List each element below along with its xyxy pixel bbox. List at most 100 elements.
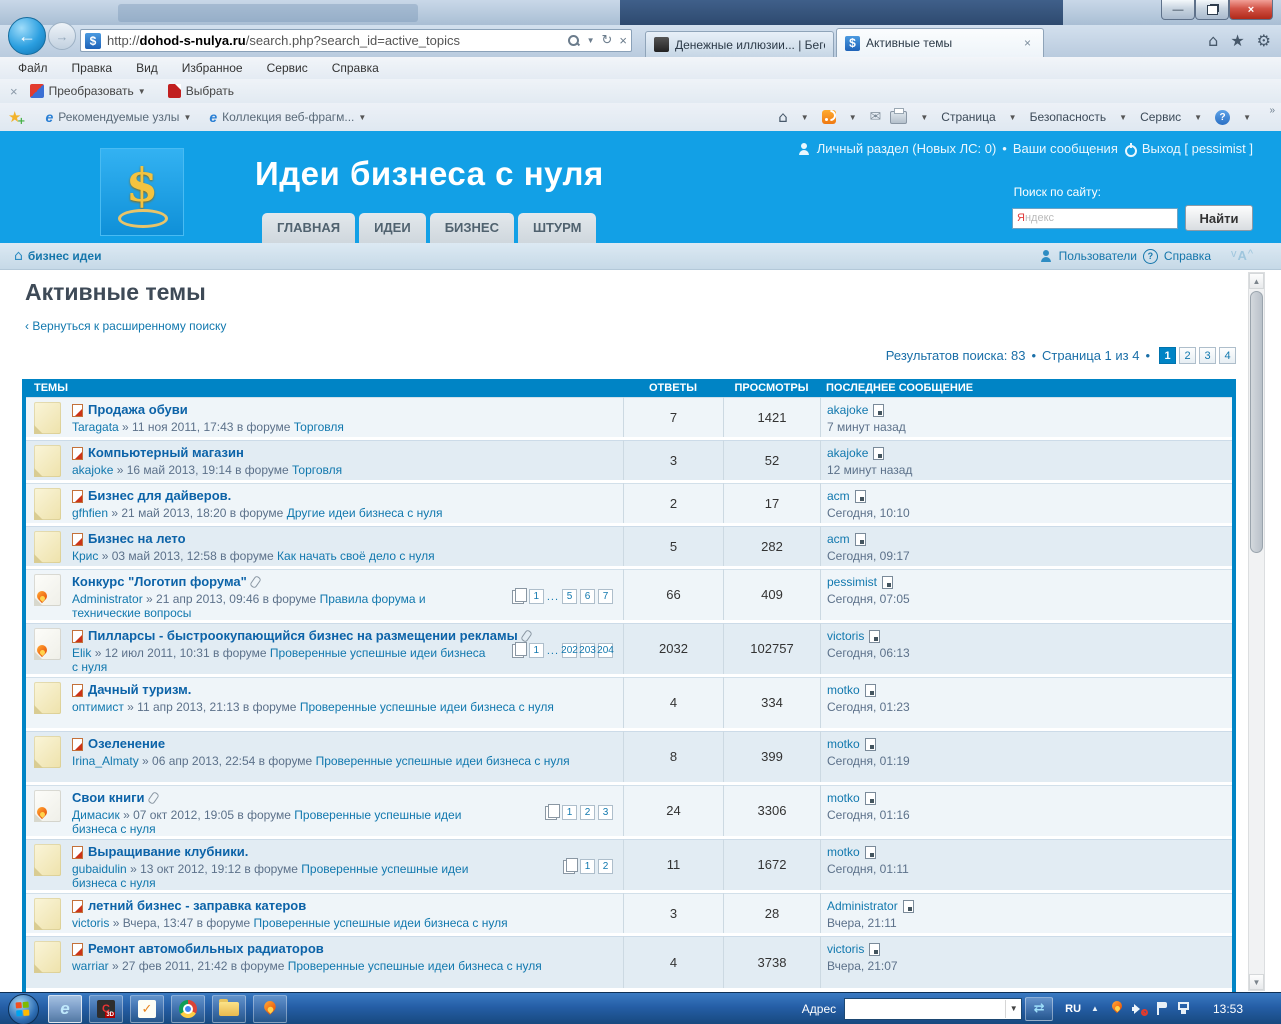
- scroll-up-icon[interactable]: ▲: [1249, 273, 1264, 289]
- security-menu[interactable]: Безопасность: [1030, 110, 1107, 124]
- topic-page-link[interactable]: 7: [598, 589, 613, 604]
- topic-author-link[interactable]: Elik: [72, 646, 91, 660]
- dropdown-icon[interactable]: ▼: [1119, 113, 1127, 122]
- topic-author-link[interactable]: gfhfien: [72, 506, 108, 520]
- forum-link[interactable]: Торговля: [292, 463, 342, 477]
- forum-link[interactable]: Проверенные успешные идеи бизнеса с нуля: [254, 916, 508, 930]
- nav-tab-business[interactable]: БИЗНЕС: [430, 213, 514, 243]
- last-post-author-link[interactable]: motko: [827, 845, 860, 859]
- goto-last-post-icon[interactable]: [873, 404, 884, 417]
- topic-author-link[interactable]: victoris: [72, 916, 109, 930]
- nav-tab-storm[interactable]: ШТУРМ: [518, 213, 596, 243]
- favorite-suggested-sites[interactable]: Рекомендуемые узлы: [58, 110, 179, 124]
- refresh-icon[interactable]: ↻: [602, 33, 613, 48]
- mail-icon[interactable]: ✉: [870, 109, 882, 125]
- last-post-author-link[interactable]: akajoke: [827, 403, 868, 417]
- site-logo[interactable]: $: [100, 148, 184, 236]
- topic-page-link[interactable]: 6: [580, 589, 595, 604]
- topic-title-link[interactable]: Ремонт автомобильных радиаторов: [88, 941, 324, 957]
- home-icon[interactable]: ⌂: [14, 248, 23, 264]
- network-icon[interactable]: [1178, 1002, 1193, 1015]
- topic-page-link[interactable]: 204: [598, 643, 613, 658]
- topic-author-link[interactable]: gubaidulin: [72, 862, 127, 876]
- taskbar-app-icon[interactable]: ✓: [130, 995, 164, 1023]
- last-post-author-link[interactable]: motko: [827, 791, 860, 805]
- results-page-link[interactable]: 3: [1199, 347, 1216, 364]
- more-toolbars-icon[interactable]: »: [1269, 105, 1275, 116]
- help-icon[interactable]: ?: [1215, 110, 1230, 125]
- menu-help[interactable]: Справка: [332, 61, 379, 75]
- dropdown-icon[interactable]: ▼: [183, 113, 191, 122]
- tray-flame-icon[interactable]: [1111, 1000, 1124, 1015]
- topic-author-link[interactable]: Крис: [72, 549, 98, 563]
- goto-last-post-icon[interactable]: [865, 846, 876, 859]
- language-indicator[interactable]: RU: [1065, 1003, 1081, 1015]
- topic-page-link[interactable]: 2: [580, 805, 595, 820]
- forum-link[interactable]: Торговля: [294, 420, 344, 434]
- address-bar[interactable]: $ http://dohod-s-nulya.ru/search.php?sea…: [80, 29, 632, 52]
- volume-muted-icon[interactable]: [1132, 1003, 1146, 1015]
- dropdown-icon[interactable]: ▼: [1243, 113, 1251, 122]
- topic-author-link[interactable]: Димасик: [72, 808, 120, 822]
- last-post-author-link[interactable]: motko: [827, 683, 860, 697]
- dropdown-icon[interactable]: ▼: [1009, 113, 1017, 122]
- url-text[interactable]: http://dohod-s-nulya.ru/search.php?searc…: [107, 33, 568, 48]
- settings-gear-icon[interactable]: ⚙: [1257, 31, 1271, 50]
- menu-tools[interactable]: Сервис: [267, 61, 308, 75]
- favorites-star-icon[interactable]: ★: [1230, 31, 1244, 50]
- scrollbar-thumb[interactable]: [1250, 291, 1263, 553]
- menu-view[interactable]: Вид: [136, 61, 158, 75]
- combo-dropdown-icon[interactable]: ▼: [1005, 1000, 1021, 1018]
- topic-title-link[interactable]: летний бизнес - заправка катеров: [88, 898, 306, 914]
- goto-last-post-icon[interactable]: [869, 630, 880, 643]
- users-link[interactable]: Пользователи: [1059, 249, 1137, 263]
- favorite-web-slices[interactable]: Коллекция веб-фрагм...: [222, 110, 354, 124]
- topic-title-link[interactable]: Компьютерный магазин: [88, 445, 244, 461]
- close-toolbar-icon[interactable]: ×: [10, 84, 18, 99]
- restore-button[interactable]: [1195, 0, 1229, 20]
- breadcrumb-link[interactable]: бизнес идеи: [28, 249, 102, 263]
- topic-page-link[interactable]: 202: [562, 643, 577, 658]
- dropdown-icon[interactable]: ▼: [358, 113, 366, 122]
- topic-title-link[interactable]: Бизнес для дайверов.: [88, 488, 231, 504]
- add-favorite-icon[interactable]: ★: [8, 108, 21, 126]
- topic-title-link[interactable]: Свои книги: [72, 790, 145, 806]
- close-button[interactable]: ×: [1229, 0, 1273, 20]
- tab-close-icon[interactable]: ×: [1024, 36, 1031, 50]
- back-button[interactable]: ←: [8, 17, 46, 55]
- topic-author-link[interactable]: Taragata: [72, 420, 119, 434]
- goto-last-post-icon[interactable]: [865, 738, 876, 751]
- site-search-button[interactable]: Найти: [1185, 205, 1253, 231]
- tab-active[interactable]: $ Активные темы ×: [836, 28, 1044, 57]
- forward-button[interactable]: →: [48, 22, 76, 50]
- tab-inactive[interactable]: Денежные иллюзии... | Бегст...: [645, 31, 834, 57]
- tools-menu[interactable]: Сервис: [1140, 110, 1181, 124]
- start-button[interactable]: [8, 994, 39, 1024]
- topic-title-link[interactable]: Озеленение: [88, 736, 165, 752]
- print-icon[interactable]: [890, 111, 907, 124]
- goto-last-post-icon[interactable]: [873, 447, 884, 460]
- forum-link[interactable]: Проверенные успешные идеи бизнеса с нуля: [288, 959, 542, 973]
- forum-link[interactable]: Проверенные успешные идеи бизнеса с нуля: [316, 754, 570, 768]
- font-size-widget[interactable]: vA^: [1231, 248, 1253, 263]
- home-icon[interactable]: ⌂: [778, 108, 788, 126]
- topic-title-link[interactable]: Конкурс "Логотип форума": [72, 574, 247, 590]
- last-post-author-link[interactable]: victoris: [827, 629, 864, 643]
- taskbar-explorer-icon[interactable]: [212, 995, 246, 1023]
- topic-title-link[interactable]: Продажа обуви: [88, 402, 188, 418]
- dropdown-icon[interactable]: ▼: [849, 113, 857, 122]
- last-post-author-link[interactable]: victoris: [827, 942, 864, 956]
- results-page-link[interactable]: 2: [1179, 347, 1196, 364]
- last-post-author-link[interactable]: acm: [827, 489, 850, 503]
- nav-tab-ideas[interactable]: ИДЕИ: [359, 213, 426, 243]
- topic-author-link[interactable]: akajoke: [72, 463, 113, 477]
- menu-favorites[interactable]: Избранное: [182, 61, 243, 75]
- dropdown-icon[interactable]: ▼: [1194, 113, 1202, 122]
- results-page-link[interactable]: 1: [1159, 347, 1176, 364]
- address-toolbar-input[interactable]: ▼: [844, 998, 1022, 1020]
- rss-icon[interactable]: [822, 110, 836, 124]
- address-go-icon[interactable]: ⇄: [1025, 997, 1053, 1021]
- topic-title-link[interactable]: Дачный туризм.: [88, 682, 191, 698]
- topic-page-link[interactable]: 1: [529, 589, 544, 604]
- last-post-author-link[interactable]: akajoke: [827, 446, 868, 460]
